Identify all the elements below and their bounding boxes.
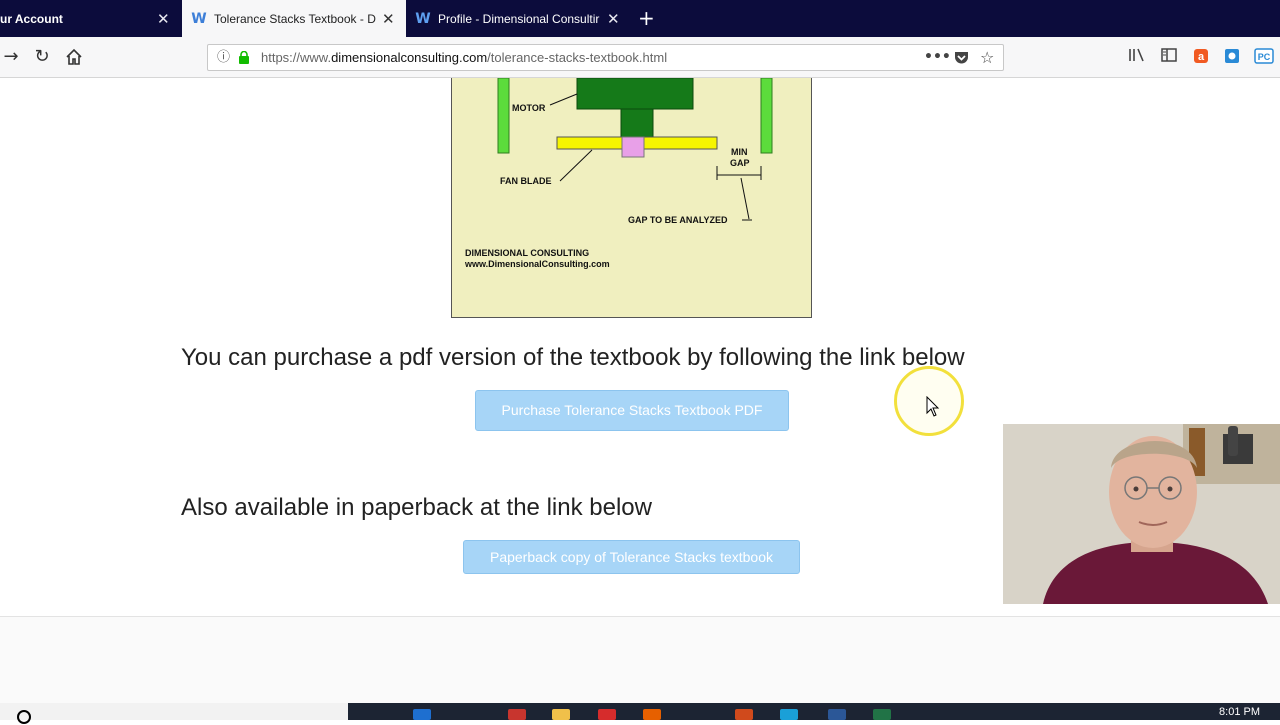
tab-title: ur Account [0,11,63,26]
taskbar-app-icon[interactable] [413,709,431,720]
pocket-icon[interactable] [954,51,969,65]
website-label: www.DimensionalConsulting.com [465,259,610,269]
site-favicon-icon: W [415,10,431,27]
extension-screenshot-icon[interactable] [1222,47,1242,67]
svg-text:PC: PC [1258,52,1271,62]
new-tab-plus-icon[interactable]: + [638,8,655,28]
info-icon[interactable]: ⓘ [217,45,230,70]
diagram-graphic [497,78,773,221]
extension-shield-icon[interactable]: a [1191,47,1211,67]
min-gap-label-1: MIN [731,147,748,157]
address-bar[interactable]: ⓘ https://www.dimensionalconsulting.com/… [207,44,1004,71]
pdf-heading: You can purchase a pdf version of the te… [181,344,965,371]
site-favicon-icon: W [191,10,207,27]
paperback-button[interactable]: Paperback copy of Tolerance Stacks textb… [463,540,800,574]
close-icon[interactable]: ✕ [382,10,395,28]
more-icon[interactable]: ••• [924,45,951,70]
purchase-pdf-button[interactable]: Purchase Tolerance Stacks Textbook PDF [475,390,789,431]
taskbar-app-icon[interactable] [508,709,526,720]
fan-gap-diagram: MOTOR FAN BLADE MIN GAP GAP TO BE ANALYZ… [451,78,812,318]
close-icon[interactable]: ✕ [157,10,170,28]
taskbar-app-icon[interactable] [598,709,616,720]
home-icon[interactable] [63,46,85,68]
tab-strip: ur Account ✕ W Tolerance Stacks Textbook… [0,0,1280,37]
taskbar-clock[interactable]: 8:01 PM [1219,706,1260,718]
tab-title: Tolerance Stacks Textbook - Di [214,11,376,26]
tab-tolerance-stacks[interactable]: W Tolerance Stacks Textbook - Di ✕ [182,0,406,37]
svg-text:a: a [1198,51,1205,63]
tab-profile[interactable]: W Profile - Dimensional Consultir ✕ [406,0,630,37]
library-icon[interactable] [1127,47,1147,67]
sidebar-icon[interactable] [1159,47,1179,67]
webcam-video-overlay [1003,424,1280,604]
close-icon[interactable]: ✕ [607,10,620,28]
fan-blade-label: FAN BLADE [500,176,552,186]
taskbar-app-icon[interactable] [735,709,753,720]
lock-icon[interactable] [238,51,250,64]
url-text[interactable]: https://www.dimensionalconsulting.com/to… [261,45,667,70]
paperback-heading: Also available in paperback at the link … [181,494,652,521]
taskbar-excel-icon[interactable] [873,709,891,720]
taskbar-folder-icon[interactable] [552,709,570,720]
gap-analyzed-label: GAP TO BE ANALYZED [628,215,728,225]
mouse-cursor-icon [926,396,940,417]
forward-arrow-icon[interactable]: → [0,46,22,68]
extension-pc-icon[interactable]: PC [1254,47,1274,67]
url-host: dimensionalconsulting.com [331,50,488,65]
taskbar-word-icon[interactable] [828,709,846,720]
min-gap-label-2: GAP [730,158,750,168]
url-prefix: https://www. [261,50,332,65]
page-content: MOTOR FAN BLADE MIN GAP GAP TO BE ANALYZ… [0,78,1280,706]
company-label: DIMENSIONAL CONSULTING [465,248,590,258]
tab-account[interactable]: ur Account ✕ [0,0,182,37]
url-path: /tolerance-stacks-textbook.html [487,50,668,65]
bookmark-star-icon[interactable]: ☆ [980,45,994,70]
taskbar-firefox-icon[interactable] [643,709,661,720]
tab-title: Profile - Dimensional Consultir [438,11,600,26]
page-footer [0,616,1280,706]
windows-taskbar: 8:01 PM [0,703,1280,724]
motor-label: MOTOR [512,103,546,113]
taskbar-search-box[interactable] [0,703,348,724]
taskbar-skype-icon[interactable] [780,709,798,720]
search-icon [17,710,31,724]
reload-icon[interactable]: ↻ [31,46,53,68]
presenter-video-frame [1003,424,1280,604]
navigation-toolbar: → ↻ ⓘ https://www.dimensionalconsulting.… [0,37,1280,78]
